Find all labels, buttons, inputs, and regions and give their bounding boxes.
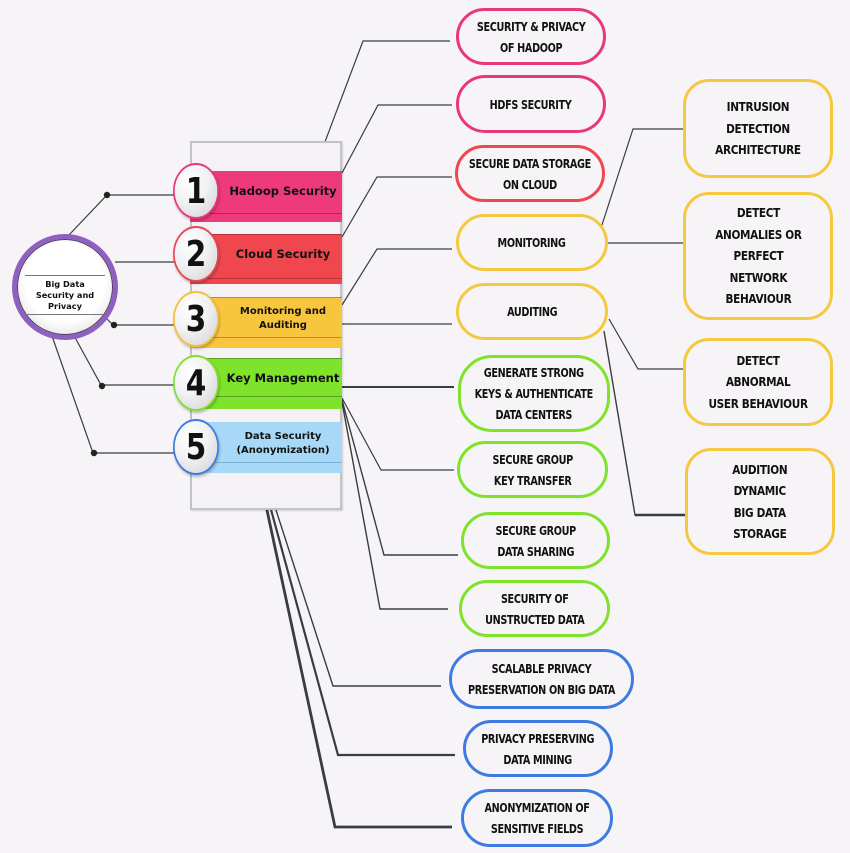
connector-c5-t12 (257, 472, 452, 829)
topic-text: ANONYMIZATION OF SENSITIVE FIELDS (484, 800, 590, 836)
connector-hub-4 (71, 331, 180, 386)
topic-secure-group-data-sharing[interactable]: SECURE GROUP DATA SHARING (461, 512, 610, 569)
topic-text: SECURITY OF UNSTRUCTED DATA (484, 590, 585, 627)
connector-c4-t7 (341, 397, 454, 471)
connector-aud-s3 (608, 318, 683, 370)
connector-aud-s4 (603, 330, 685, 516)
topic-hdfs-security[interactable]: HDFS SECURITY (456, 75, 606, 133)
subtopic-detect-anomalies[interactable]: DETECT ANOMALIES OR PERFECT NETWORK BEHA… (683, 192, 833, 320)
topic-generate-strong-keys[interactable]: GENERATE STRONG KEYS & AUTHENTICATE DATA… (458, 355, 610, 432)
category-label-2: Cloud Security (235, 247, 331, 261)
category-label-4: Key Management (226, 371, 340, 385)
number-badge-4: 4 (173, 355, 219, 411)
subtopic-text: INTRUSION DETECTION ARCHITECTURE (715, 99, 801, 158)
topic-secure-group-key-transfer[interactable]: SECURE GROUP KEY TRANSFER (457, 441, 608, 498)
hub-title-line2: Security and Privacy (35, 290, 95, 311)
connector-dot-4 (98, 382, 106, 390)
topic-text: HDFS SECURITY (490, 96, 572, 112)
connector-c4-t9 (341, 401, 448, 610)
topic-text: SECURE GROUP KEY TRANSFER (492, 451, 573, 488)
number-badge-3: 3 (173, 291, 219, 347)
hub-title: Big Data Security and Privacy (25, 275, 105, 315)
connector-c4-t8 (341, 399, 458, 556)
category-label-3: Monitoring and Auditing (239, 306, 327, 331)
number-badge-2: 2 (173, 226, 219, 282)
topic-text: MONITORING (498, 235, 566, 250)
subtopic-text: AUDITION DYNAMIC BIG DATA STORAGE (732, 461, 788, 542)
connector-c3-t4 (341, 248, 452, 306)
connector-hub-1 (67, 194, 180, 237)
topic-anonymization-sensitive-fields[interactable]: ANONYMIZATION OF SENSITIVE FIELDS (461, 789, 613, 847)
connector-dot-3 (110, 321, 118, 329)
number-badge-1: 1 (173, 163, 219, 219)
category-label-1: Hadoop Security (229, 184, 337, 198)
topic-text: SECURE DATA STORAGE ON CLOUD (469, 155, 591, 192)
topic-security-privacy-hadoop[interactable]: SECURITY & PRIVACY OF HADOOP (456, 8, 606, 65)
connector-c1-t2 (341, 104, 452, 174)
topic-scalable-privacy-preservation[interactable]: SCALABLE PRIVACY PRESERVATION ON BIG DAT… (449, 649, 634, 709)
topic-text: SCALABLE PRIVACY PRESERVATION ON BIG DAT… (467, 661, 616, 697)
topic-text: PRIVACY PRESERVING DATA MINING (481, 730, 595, 767)
connector-hub-5 (51, 335, 180, 454)
topic-text: SECURITY & PRIVACY OF HADOOP (476, 18, 586, 55)
topic-security-unstructed-data[interactable]: SECURITY OF UNSTRUCTED DATA (459, 580, 610, 637)
topic-text: AUDITING (506, 304, 558, 319)
topic-monitoring[interactable]: MONITORING (456, 214, 608, 271)
hub-big-data-security[interactable]: Big Data Security and Privacy (12, 234, 118, 340)
connector-c2-t3 (341, 176, 452, 238)
subtopic-intrusion-detection[interactable]: INTRUSION DETECTION ARCHITECTURE (683, 79, 833, 178)
topic-text: GENERATE STRONG KEYS & AUTHENTICATE DATA… (474, 365, 594, 422)
connector-hub-3 (105, 317, 180, 326)
topic-auditing[interactable]: AUDITING (456, 283, 608, 340)
topic-privacy-preserving-data-mining[interactable]: PRIVACY PRESERVING DATA MINING (463, 720, 613, 777)
topic-secure-data-storage-cloud[interactable]: SECURE DATA STORAGE ON CLOUD (455, 145, 605, 202)
topic-text: SECURE GROUP DATA SHARING (495, 522, 576, 559)
subtopic-audition-dynamic-storage[interactable]: AUDITION DYNAMIC BIG DATA STORAGE (685, 448, 835, 555)
number-badge-5: 5 (173, 419, 219, 475)
subtopic-text: DETECT ANOMALIES OR PERFECT NETWORK BEHA… (714, 205, 802, 307)
subtopic-detect-abnormal-user[interactable]: DETECT ABNORMAL USER BEHAVIOUR (683, 338, 833, 426)
hub-title-line1: Big Data (45, 279, 85, 289)
connector-dot-5 (90, 449, 98, 457)
category-label-5: Data Security (Anonymization) (236, 431, 330, 456)
connector-dot-1 (103, 191, 111, 199)
subtopic-text: DETECT ABNORMAL USER BEHAVIOUR (708, 352, 808, 411)
connector-mon-s1 (600, 128, 683, 229)
